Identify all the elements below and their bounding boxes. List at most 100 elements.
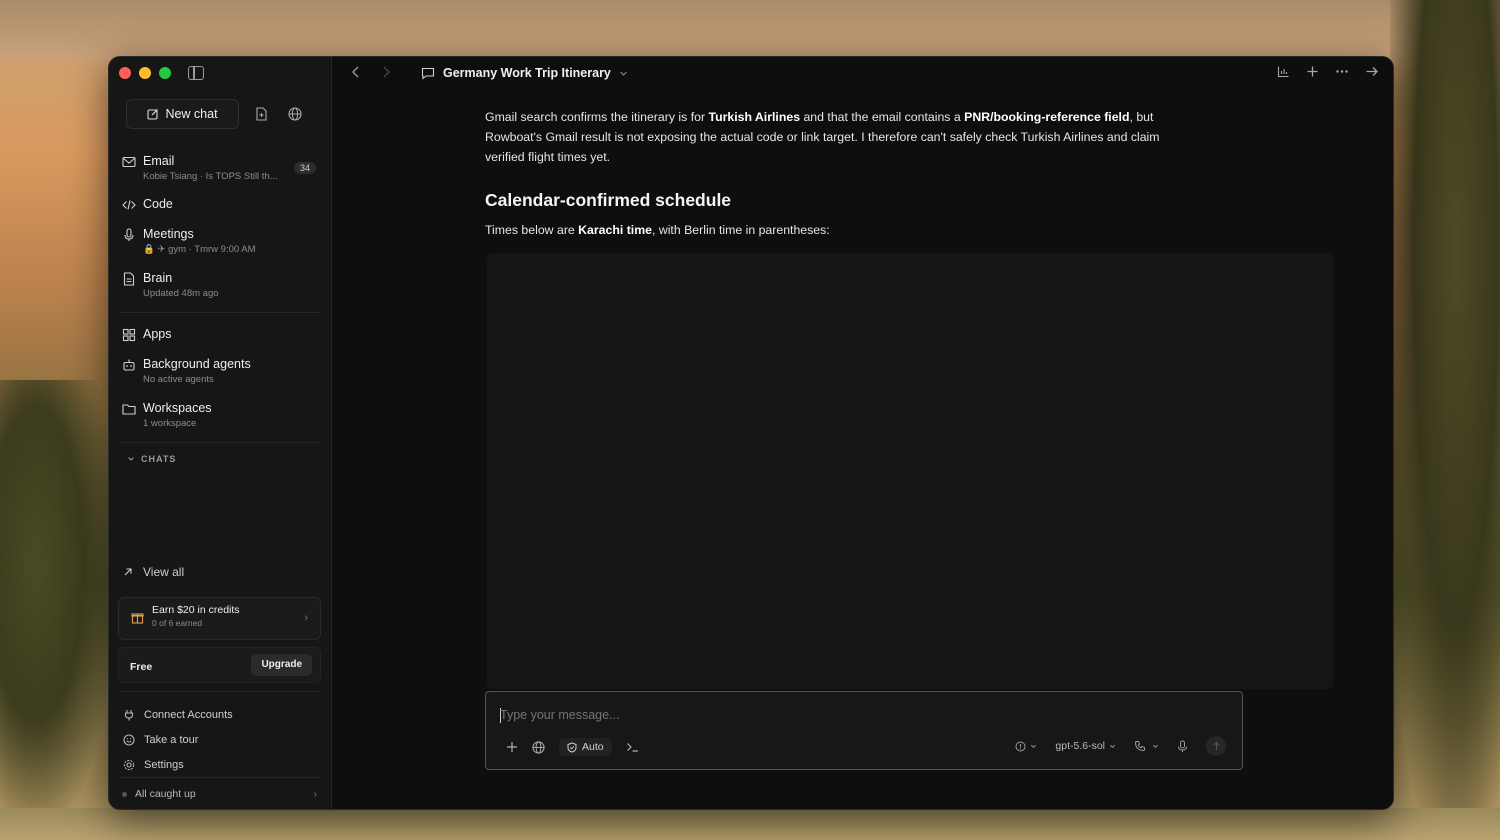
sidebar-item-apps[interactable]: Apps [109,325,331,343]
chevron-down-icon [619,69,628,78]
sidebar-item-workspaces[interactable]: Workspaces 1 workspace [109,399,331,431]
chat-title-dropdown[interactable]: Germany Work Trip Itinerary [421,66,628,80]
wallpaper-grass [0,808,1500,840]
mail-icon [122,155,136,169]
divider [119,312,321,313]
status-text: All caught up [135,788,196,800]
sidebar-item-label: Workspaces [143,401,212,415]
sidebar-item-label: Meetings [143,227,194,241]
bold-run: PNR/booking-reference field [964,110,1130,124]
chat-main: Germany Work Trip Itinerary Gmail search… [332,57,1393,809]
sidebar-item-sub: 🔒 ✈ gym · Tmrw 9:00 AM [143,244,256,255]
plus-icon[interactable] [1306,65,1319,78]
minimize-window-button[interactable] [139,67,151,79]
send-button[interactable] [1206,736,1226,756]
upgrade-button[interactable]: Upgrade [251,654,312,676]
info-icon [1015,741,1026,752]
schedule-block [487,253,1333,689]
new-file-icon[interactable] [249,102,273,126]
code-icon [122,198,136,212]
sidebar-item-label: Apps [143,327,172,341]
sidebar-item-background-agents[interactable]: Background agents No active agents [109,355,331,387]
sidebar-item-label: Code [143,197,173,211]
sidebar-item-label: Background agents [143,357,251,371]
text-run: Times below are [485,223,579,237]
globe-icon[interactable] [283,102,307,126]
sidebar-item-label: Brain [143,271,173,285]
smile-icon [123,733,136,746]
bold-run: Turkish Airlines [708,110,801,124]
new-chat-row: New chat [126,99,307,129]
microphone-icon [122,228,136,242]
chart-icon[interactable] [1277,65,1290,78]
folder-icon [122,402,136,416]
message-composer[interactable]: Auto gpt-5.6-sol [485,691,1243,770]
earn-credits-card[interactable]: Earn $20 in credits 0 of 6 earned › [118,597,321,640]
message-paragraph: Gmail search confirms the itinerary is f… [485,107,1195,167]
maximize-window-button[interactable] [159,67,171,79]
take-a-tour-label: Take a tour [144,733,199,746]
chat-bubble-icon [421,67,435,80]
take-a-tour-link[interactable]: Take a tour [123,727,233,752]
top-bar: Germany Work Trip Itinerary [332,57,1393,91]
globe-icon[interactable] [532,740,545,754]
composer-tools: Auto [506,738,639,756]
arrow-right-icon[interactable] [1365,65,1379,78]
terminal-icon[interactable] [626,741,639,753]
view-all-link[interactable]: View all [123,565,184,579]
chevron-down-icon [127,455,135,463]
microphone-icon[interactable] [1177,740,1188,753]
settings-link[interactable]: Settings [123,752,233,777]
sidebar-item-email[interactable]: Email Kobie Tsiang · Is TOPS Still th...… [109,152,331,184]
connect-accounts-label: Connect Accounts [144,708,233,721]
view-all-label: View all [143,565,185,579]
history-nav [351,65,391,79]
call-dropdown[interactable] [1134,740,1159,752]
more-options-icon[interactable] [1335,65,1349,78]
model-select[interactable]: gpt-5.6-sol [1055,740,1116,752]
sidebar-item-brain[interactable]: Brain Updated 48m ago [109,269,331,301]
new-chat-button[interactable]: New chat [126,99,239,129]
chevron-right-icon: › [313,788,318,800]
wallpaper-trees-right [1390,0,1500,840]
chevron-right-icon: › [304,612,308,624]
new-chat-label: New chat [165,107,218,121]
app-window: New chat Email Kobie Tsiang · Is TOPS St… [108,56,1394,810]
auto-mode-button[interactable]: Auto [559,738,612,756]
wallpaper-trees-left [0,380,120,840]
connect-accounts-link[interactable]: Connect Accounts [123,702,233,727]
plus-icon[interactable] [506,741,518,753]
back-arrow-icon[interactable] [351,65,361,79]
bold-run: Karachi time [578,223,652,237]
text-run: and that the email contains a [800,110,965,124]
message-heading: Calendar-confirmed schedule [485,190,732,210]
info-dropdown[interactable] [1015,741,1037,752]
forward-arrow-icon[interactable] [381,65,391,79]
text-run: , with Berlin time in parentheses: [651,223,830,237]
message-input[interactable] [500,708,1220,722]
status-dot [122,791,127,797]
credits-progress: 0 of 6 earned [152,618,203,628]
phone-icon [1134,740,1146,752]
sidebar-item-label: Email [143,154,175,168]
chevron-down-icon [1152,743,1159,750]
unread-count-badge: 34 [293,162,316,174]
sidebar-item-meetings[interactable]: Meetings 🔒 ✈ gym · Tmrw 9:00 AM [109,225,331,257]
chat-title: Germany Work Trip Itinerary [443,66,611,80]
edit-icon [147,108,159,120]
divider [119,777,321,778]
document-icon [122,272,136,286]
chats-section-toggle[interactable]: CHATS [127,454,176,464]
sidebar-toggle-icon[interactable] [188,66,204,80]
robot-icon [122,358,136,372]
plug-icon [123,709,136,721]
sidebar-item-sub: Kobie Tsiang · Is TOPS Still th... [143,171,278,182]
sidebar-item-sub: No active agents [143,374,214,385]
close-window-button[interactable] [119,67,131,79]
gift-icon [131,611,144,624]
status-bar[interactable]: All caught up › [122,788,317,800]
sidebar-item-code[interactable]: Code [109,195,331,213]
sidebar-item-sub: 1 workspace [143,418,197,429]
top-actions [1277,65,1379,78]
divider [119,442,321,443]
